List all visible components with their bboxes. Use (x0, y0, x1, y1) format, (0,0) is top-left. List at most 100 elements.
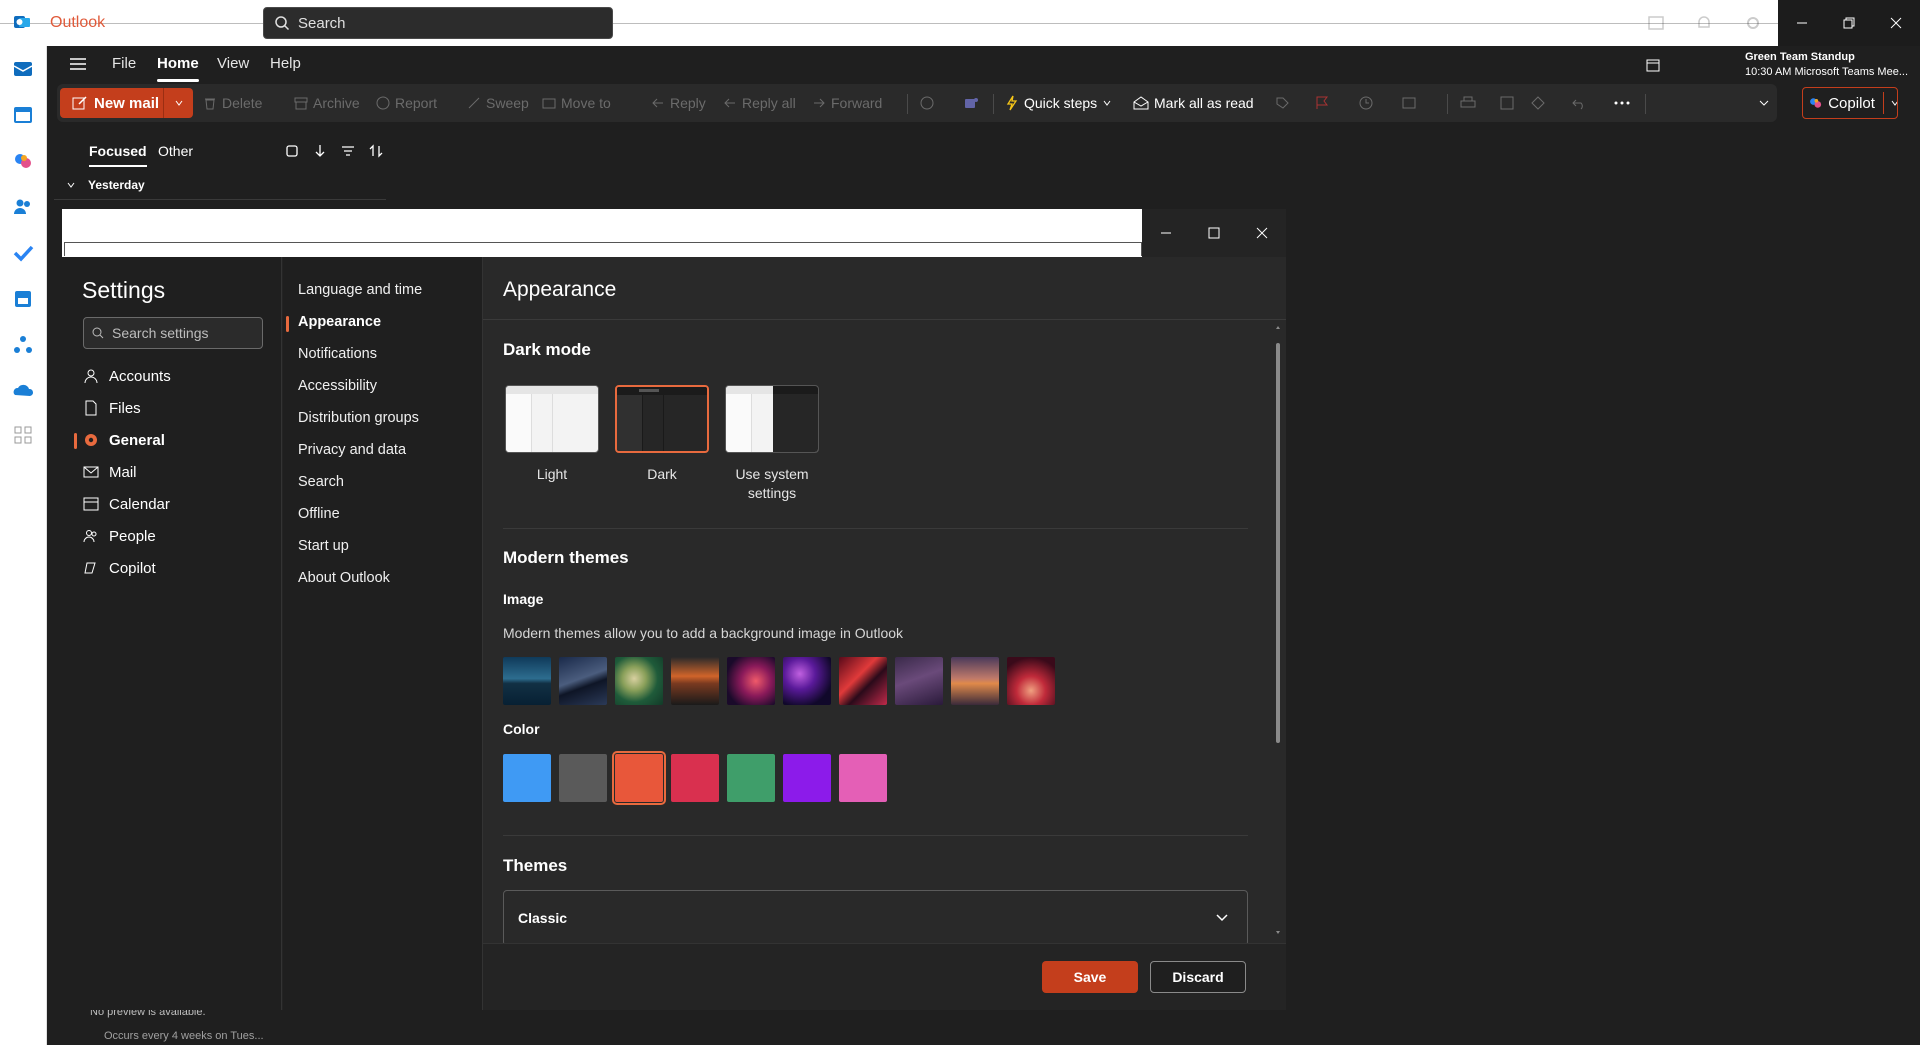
restore-button[interactable] (1825, 0, 1872, 46)
copilot-button[interactable]: Copilot (1802, 87, 1898, 119)
subcategory-privacy-data[interactable]: Privacy and data (298, 442, 406, 458)
panel-scrollbar[interactable] (1275, 325, 1281, 935)
menu-file[interactable]: File (112, 55, 136, 72)
subcategory-search[interactable]: Search (298, 474, 344, 490)
menu-help[interactable]: Help (270, 55, 301, 72)
category-files[interactable]: Files (83, 396, 141, 420)
forward-button[interactable]: Forward (812, 84, 882, 122)
theme-image-10[interactable] (1007, 657, 1055, 705)
notes-app-icon[interactable] (12, 288, 34, 310)
tab-focused[interactable]: Focused (89, 143, 147, 167)
copilot-app-icon[interactable] (12, 150, 34, 172)
subcategory-offline[interactable]: Offline (298, 506, 340, 522)
menu-view[interactable]: View (217, 55, 249, 72)
group-header-yesterday[interactable]: Yesterday (66, 178, 145, 192)
subcategory-distribution-groups[interactable]: Distribution groups (298, 410, 419, 426)
quick-steps-button[interactable]: Quick steps (1005, 84, 1112, 122)
chevron-down-icon[interactable] (1890, 98, 1897, 108)
theme-image-8[interactable] (895, 657, 943, 705)
people-app-icon[interactable] (12, 196, 34, 218)
snooze-button[interactable] (1359, 84, 1373, 122)
subcategory-language-time[interactable]: Language and time (298, 282, 422, 298)
global-search-input[interactable]: Search (263, 7, 613, 39)
todo-app-icon[interactable] (12, 242, 34, 264)
reply-button[interactable]: Reply (651, 84, 706, 122)
scroll-thumb[interactable] (1276, 343, 1280, 743)
new-mail-dropdown[interactable] (164, 98, 193, 108)
select-icon[interactable] (284, 143, 300, 159)
subcategory-notifications[interactable]: Notifications (298, 346, 377, 362)
theme-image-9[interactable] (951, 657, 999, 705)
theme-image-2[interactable] (559, 657, 607, 705)
theme-image-6[interactable] (783, 657, 831, 705)
dialog-minimize-button[interactable] (1142, 209, 1190, 257)
discard-button[interactable]: Discard (1150, 961, 1246, 993)
category-accounts[interactable]: Accounts (83, 364, 171, 388)
settings-gear-icon[interactable] (1744, 14, 1762, 32)
filter-icon[interactable] (340, 143, 356, 159)
subcategory-appearance[interactable]: Appearance (298, 314, 381, 330)
category-copilot[interactable]: Copilot (83, 556, 156, 580)
theme-image-1[interactable] (503, 657, 551, 705)
scroll-up-icon[interactable] (1275, 325, 1281, 330)
subcategory-start-up[interactable]: Start up (298, 538, 349, 554)
subcategory-about-outlook[interactable]: About Outlook (298, 570, 390, 586)
theme-select-dropdown[interactable]: Classic (503, 890, 1248, 946)
dialog-maximize-button[interactable] (1190, 209, 1238, 257)
category-people[interactable]: People (83, 524, 156, 548)
color-swatch-orange[interactable] (612, 751, 666, 805)
upcoming-meeting[interactable]: Green Team Standup 10:30 AM Microsoft Te… (1745, 50, 1908, 80)
print-button[interactable] (1460, 84, 1476, 122)
discover-groups-button[interactable] (1531, 84, 1545, 122)
theme-image-4[interactable] (671, 657, 719, 705)
color-swatch-blue[interactable] (503, 754, 551, 802)
minimize-button[interactable] (1778, 0, 1825, 46)
color-swatch-pink[interactable] (839, 754, 887, 802)
mail-app-icon[interactable] (12, 58, 34, 80)
color-swatch-purple[interactable] (783, 754, 831, 802)
theme-image-3[interactable] (615, 657, 663, 705)
new-mail-button[interactable]: New mail (60, 88, 193, 118)
color-swatch-gray[interactable] (559, 754, 607, 802)
tag-button[interactable] (1275, 84, 1289, 122)
expand-ribbon-button[interactable] (1758, 84, 1770, 122)
org-explorer-icon[interactable] (12, 334, 34, 356)
delete-button[interactable]: Delete (203, 84, 262, 122)
color-swatch-red[interactable] (671, 754, 719, 802)
teams-button[interactable] (963, 84, 979, 122)
sweep-button[interactable]: Sweep (467, 84, 529, 122)
reply-all-button[interactable]: Reply all (723, 84, 796, 122)
more-options-button[interactable] (1614, 84, 1630, 122)
move-to-button[interactable]: Move to (542, 84, 611, 122)
close-window-button[interactable] (1873, 0, 1920, 46)
notes-icon[interactable] (1647, 14, 1665, 32)
hamburger-icon[interactable] (69, 56, 87, 72)
save-button[interactable]: Save (1042, 961, 1138, 993)
scroll-down-icon[interactable] (1275, 930, 1281, 935)
category-calendar[interactable]: Calendar (83, 492, 170, 516)
category-mail[interactable]: Mail (83, 460, 137, 484)
dark-mode-option-light[interactable]: Light (505, 385, 599, 484)
category-general[interactable]: General (83, 428, 165, 452)
settings-search-input[interactable]: Search settings (83, 317, 263, 349)
rules-button[interactable] (1402, 84, 1418, 122)
report-button[interactable]: Report (376, 84, 437, 122)
archive-button[interactable]: Archive (294, 84, 360, 122)
dialog-close-button[interactable] (1238, 209, 1286, 257)
more-apps-icon[interactable] (12, 424, 34, 446)
jump-icon[interactable] (312, 143, 328, 159)
theme-image-5[interactable] (727, 657, 775, 705)
bell-icon[interactable] (1695, 14, 1713, 32)
menu-home[interactable]: Home (157, 55, 199, 82)
flag-button[interactable] (1315, 84, 1329, 122)
tab-other[interactable]: Other (158, 143, 193, 159)
mark-all-read-button[interactable]: Mark all as read (1133, 84, 1254, 122)
dark-mode-option-dark[interactable]: Dark (615, 385, 709, 484)
immersive-reader-button[interactable] (1500, 84, 1514, 122)
new-mail-main[interactable]: New mail (60, 88, 164, 118)
theme-image-7[interactable] (839, 657, 887, 705)
calendar-app-icon[interactable] (12, 104, 34, 126)
color-swatch-green[interactable] (727, 754, 775, 802)
undo-button[interactable] (1572, 84, 1586, 122)
subcategory-accessibility[interactable]: Accessibility (298, 378, 377, 394)
